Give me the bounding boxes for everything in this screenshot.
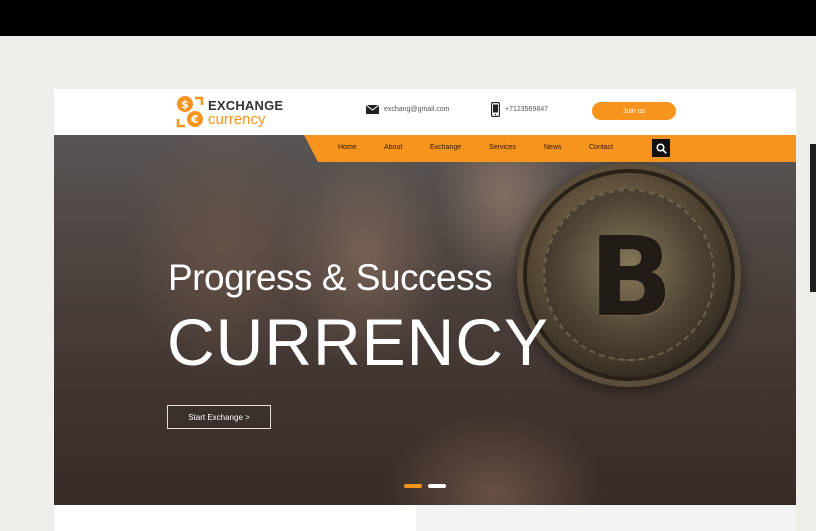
svg-text:€: € [190,113,199,126]
start-exchange-button[interactable]: Start Exchange > [167,405,271,429]
nav-item-about[interactable]: About [384,144,402,151]
search-icon [655,142,667,154]
search-button[interactable] [652,139,670,157]
email-text: exchang@gmail.com [384,105,450,113]
currency-exchange-icon: $ € [176,96,204,128]
site-header: $ € EXCHANGE currency exchang@gmail.com [54,89,796,135]
hero-subtitle: Progress & Success [168,257,493,298]
nav-item-exchange[interactable]: Exchange [430,144,461,151]
phone-text: +7123569847 [505,105,549,113]
nav-item-contact[interactable]: Contact [589,144,613,151]
nav-item-services[interactable]: Services [489,144,516,151]
logo-line-2: currency [208,111,266,128]
next-section-left [54,505,416,531]
nav-item-news[interactable]: News [544,144,562,151]
hero-title: CURRENCY [167,305,550,379]
join-us-button[interactable]: Join us [592,102,676,120]
next-section-right [416,505,796,531]
top-black-bar [0,0,816,36]
slider-dot[interactable] [428,484,446,488]
hero-banner: B Home About Exchange Services News Cont… [54,135,796,505]
phone-icon [491,101,500,117]
nav-item-home[interactable]: Home [338,144,357,151]
site-logo[interactable]: $ € EXCHANGE currency [175,95,295,129]
phone-contact[interactable]: +7123569847 [491,101,548,117]
main-nav: Home About Exchange Services News Contac… [304,135,796,162]
slider-dot[interactable] [404,484,422,488]
website-page: $ € EXCHANGE currency exchang@gmail.com [54,89,796,531]
mail-icon [366,104,379,114]
svg-text:$: $ [181,98,189,111]
email-contact[interactable]: exchang@gmail.com [366,102,449,116]
side-edge-strip [810,144,816,292]
